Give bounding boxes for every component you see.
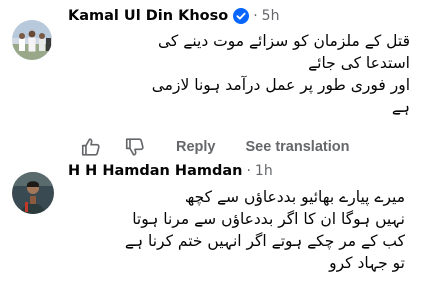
see-translation-button[interactable]: See translation	[246, 139, 350, 155]
comment-text: میرے پیارے بھائیو بددعاؤں سے کچھ نہیں ہو…	[60, 186, 405, 274]
reply-button[interactable]: Reply	[176, 139, 216, 155]
comment-line: ہے	[391, 98, 410, 116]
separator-dot: ·	[246, 163, 251, 179]
timestamp[interactable]: 1h	[255, 163, 273, 179]
comment-line: قتل کے ملزمان کو سزائے موت دینے کی	[158, 32, 410, 50]
comment-line: استدعا کی جائے	[308, 54, 410, 72]
thumbs-down-icon[interactable]	[124, 136, 146, 158]
comment-text: قتل کے ملزمان کو سزائے موت دینے کی استدع…	[60, 30, 410, 118]
comment-header: H H Hamdan Hamdan · 1h	[68, 163, 273, 179]
thumbs-up-icon[interactable]	[80, 136, 102, 158]
comment-line: میرے پیارے بھائیو بددعاؤں سے کچھ	[184, 188, 405, 206]
author-name[interactable]: H H Hamdan Hamdan	[68, 163, 242, 179]
comment-line: تو جہاد کرو	[329, 254, 405, 272]
comment-line: کب کے مر چکے ہوتے اگر انہیں ختم کرنا ہے	[124, 232, 405, 250]
timestamp[interactable]: 5h	[262, 8, 280, 24]
comment-header: Kamal Ul Din Khoso · 5h	[68, 8, 279, 24]
avatar[interactable]	[12, 172, 54, 214]
avatar[interactable]	[12, 20, 52, 60]
comment-actions: Reply See translation	[80, 136, 349, 158]
author-name[interactable]: Kamal Ul Din Khoso	[68, 8, 228, 24]
verified-badge-icon	[233, 8, 250, 24]
comment-line: نہیں ہوگا ان کا اگر بددعاؤں سے مرنا ہوتا	[132, 210, 405, 228]
comment-line: اور فوری طور پر عمل درآمد ہونا لازمی	[151, 76, 410, 94]
comment: Kamal Ul Din Khoso · 5h قتل کے ملزمان کو…	[0, 0, 428, 160]
comment: H H Hamdan Hamdan · 1h میرے پیارے بھائیو…	[0, 160, 428, 292]
separator-dot: ·	[253, 8, 258, 24]
